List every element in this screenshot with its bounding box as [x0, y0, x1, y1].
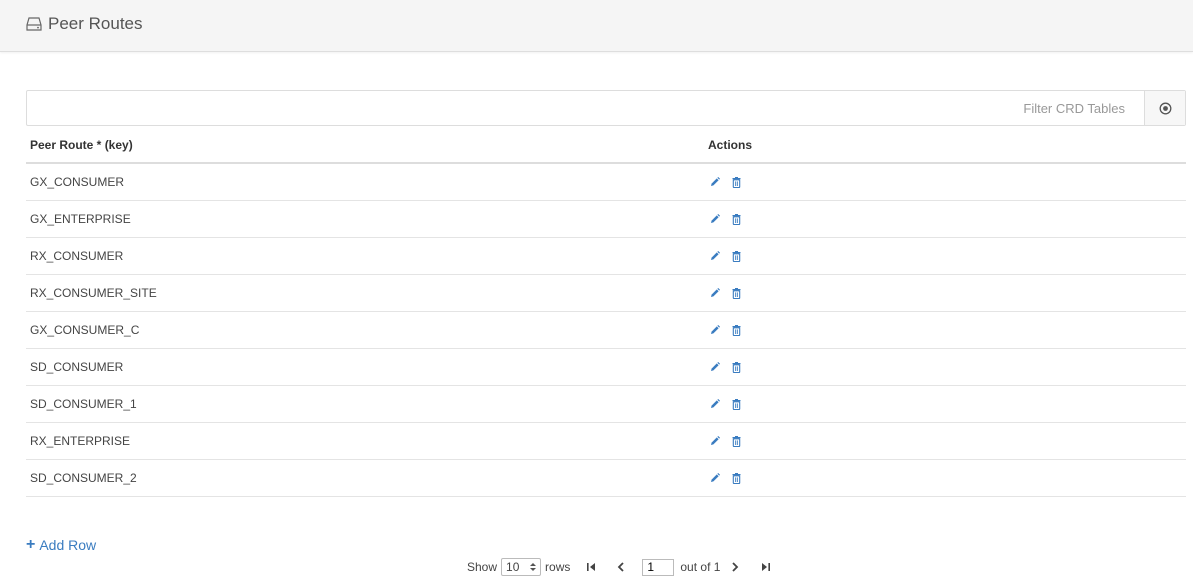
- peer-route-key-cell: RX_CONSUMER_SITE: [26, 274, 704, 312]
- row-actions: [708, 176, 1186, 188]
- first-page-icon: [586, 563, 595, 571]
- peer-route-key-cell: GX_ENTERPRISE: [26, 200, 704, 238]
- table-row[interactable]: SD_CONSUMER_2: [26, 459, 1186, 497]
- actions-cell: [704, 422, 1186, 460]
- page-title-text: Peer Routes: [48, 14, 143, 33]
- delete-icon[interactable]: [732, 435, 741, 447]
- edit-icon[interactable]: [710, 288, 720, 298]
- table-row[interactable]: GX_CONSUMER: [26, 163, 1186, 201]
- row-actions: [708, 472, 1186, 484]
- actions-cell: [704, 237, 1186, 275]
- actions-cell: [704, 163, 1186, 201]
- row-actions: [708, 213, 1186, 225]
- page-header: Peer Routes: [0, 0, 1193, 52]
- filter-clear-button[interactable]: [1144, 91, 1185, 125]
- actions-cell: [704, 274, 1186, 312]
- rows-per-page-value: 10: [506, 560, 520, 574]
- delete-icon[interactable]: [732, 361, 741, 373]
- select-arrows-icon: [530, 563, 537, 571]
- table-row[interactable]: RX_CONSUMER_SITE: [26, 274, 1186, 312]
- edit-icon[interactable]: [710, 325, 720, 335]
- delete-icon[interactable]: [732, 472, 741, 484]
- edit-icon[interactable]: [710, 362, 720, 372]
- actions-cell: [704, 459, 1186, 497]
- table-header-row: Peer Route * (key) Actions: [26, 128, 1186, 164]
- peer-route-key-cell: RX_ENTERPRISE: [26, 422, 704, 460]
- row-actions: [708, 324, 1186, 336]
- actions-cell: [704, 385, 1186, 423]
- pagination: Show 10 rows out of 1: [467, 557, 780, 577]
- first-page-button[interactable]: [584, 562, 598, 572]
- show-label: Show: [467, 560, 498, 574]
- table-row[interactable]: RX_CONSUMER: [26, 237, 1186, 275]
- next-page-button[interactable]: [728, 562, 742, 572]
- add-row-label: Add Row: [39, 537, 97, 553]
- column-header-actions: Actions: [704, 128, 1186, 164]
- edit-icon[interactable]: [710, 251, 720, 261]
- last-page-icon: [761, 563, 770, 571]
- hdd-icon: [26, 17, 42, 31]
- actions-cell: [704, 311, 1186, 349]
- table-body: GX_CONSUMER GX_ENTERPRISE RX_CONSUMER RX_CO…: [26, 163, 1186, 497]
- peer-route-key-cell: SD_CONSUMER: [26, 348, 704, 386]
- delete-icon[interactable]: [732, 398, 741, 410]
- out-of-label: out of 1: [680, 560, 721, 574]
- table-row[interactable]: SD_CONSUMER: [26, 348, 1186, 386]
- page-title: Peer Routes: [26, 14, 143, 34]
- chevron-right-icon: [732, 562, 739, 572]
- delete-icon[interactable]: [732, 213, 741, 225]
- row-actions: [708, 250, 1186, 262]
- edit-icon[interactable]: [710, 214, 720, 224]
- delete-icon[interactable]: [732, 176, 741, 188]
- delete-icon[interactable]: [732, 287, 741, 299]
- prev-page-button[interactable]: [614, 562, 628, 572]
- row-actions: [708, 287, 1186, 299]
- actions-cell: [704, 200, 1186, 238]
- table-row[interactable]: GX_ENTERPRISE: [26, 200, 1186, 238]
- peer-route-key-cell: SD_CONSUMER_1: [26, 385, 704, 423]
- filter-bar: [26, 90, 1186, 126]
- page-number-input[interactable]: [642, 558, 675, 576]
- last-page-button[interactable]: [758, 562, 772, 572]
- table-row[interactable]: GX_CONSUMER_C: [26, 311, 1186, 349]
- peer-route-key-cell: GX_CONSUMER_C: [26, 311, 704, 349]
- chevron-left-icon: [618, 562, 625, 572]
- page: Peer Routes Peer Route * (key) Actions G…: [0, 0, 1193, 579]
- delete-icon[interactable]: [732, 324, 741, 336]
- edit-icon[interactable]: [710, 177, 720, 187]
- filter-input[interactable]: [27, 91, 1147, 125]
- edit-icon[interactable]: [710, 473, 720, 483]
- rows-label: rows: [545, 560, 571, 574]
- column-header-key[interactable]: Peer Route * (key): [26, 128, 704, 164]
- row-actions: [708, 435, 1186, 447]
- peer-route-key-cell: RX_CONSUMER: [26, 237, 704, 275]
- peer-route-key-cell: GX_CONSUMER: [26, 163, 704, 201]
- table-row[interactable]: SD_CONSUMER_1: [26, 385, 1186, 423]
- peer-route-key-cell: SD_CONSUMER_2: [26, 459, 704, 497]
- table-row[interactable]: RX_ENTERPRISE: [26, 422, 1186, 460]
- row-actions: [708, 361, 1186, 373]
- clear-circle-icon: [1159, 102, 1171, 114]
- add-row-button[interactable]: + Add Row: [26, 536, 96, 554]
- plus-icon: +: [26, 536, 36, 553]
- peer-routes-table: Peer Route * (key) Actions GX_CONSUMER GX…: [26, 128, 1186, 497]
- delete-icon[interactable]: [732, 250, 741, 262]
- edit-icon[interactable]: [710, 399, 720, 409]
- edit-icon[interactable]: [710, 436, 720, 446]
- actions-cell: [704, 348, 1186, 386]
- rows-per-page-select[interactable]: 10: [501, 558, 542, 576]
- row-actions: [708, 398, 1186, 410]
